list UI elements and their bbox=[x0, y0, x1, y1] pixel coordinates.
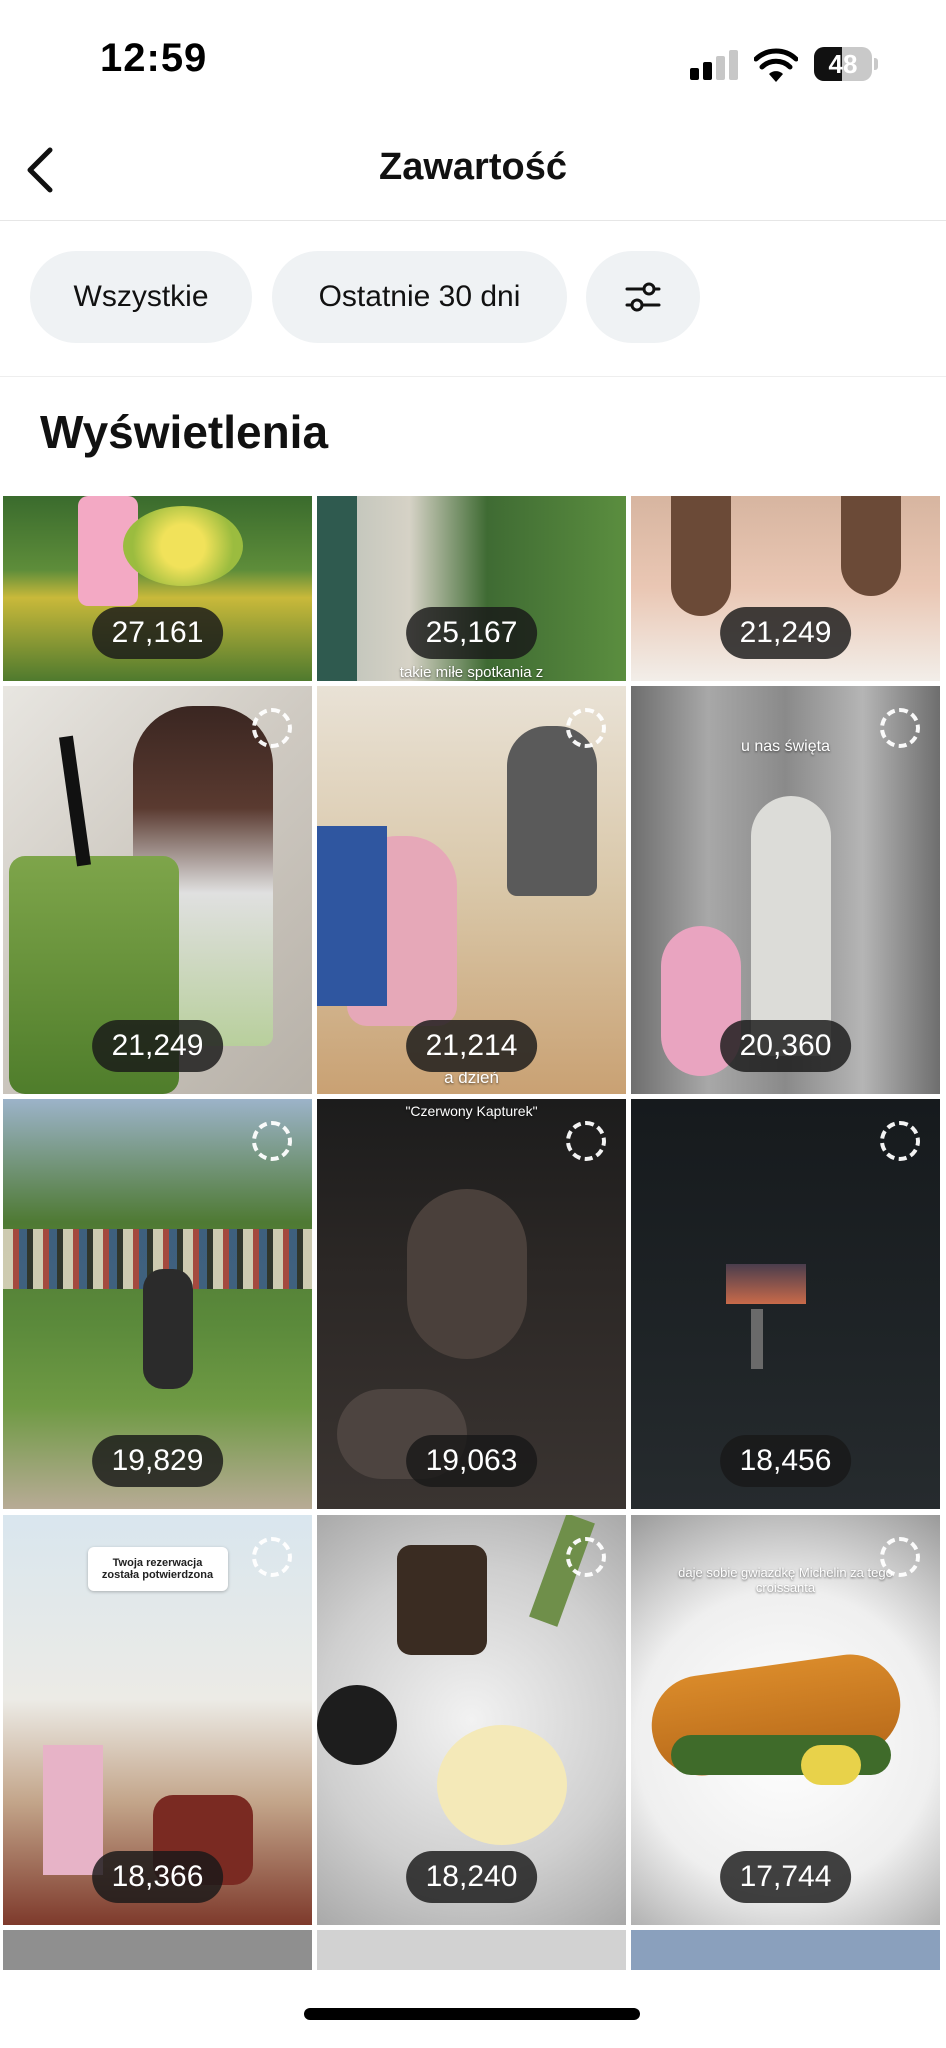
home-indicator[interactable] bbox=[304, 2008, 640, 2020]
loading-icon bbox=[252, 1537, 292, 1577]
wifi-icon bbox=[754, 48, 798, 82]
content-tile[interactable]: 21,249 bbox=[3, 686, 312, 1094]
loading-icon bbox=[880, 708, 920, 748]
content-tile[interactable]: 27,161 bbox=[3, 496, 312, 681]
loading-icon bbox=[252, 1121, 292, 1161]
content-tile[interactable]: 18,456 bbox=[631, 1099, 940, 1509]
content-tile[interactable]: 21,249 bbox=[631, 496, 940, 681]
page-title: Zawartość bbox=[379, 146, 567, 188]
filter-all-button[interactable]: Wszystkie bbox=[30, 251, 252, 343]
content-tile[interactable]: a dzień 21,214 bbox=[317, 686, 626, 1094]
loading-icon bbox=[566, 708, 606, 748]
views-count: 21,249 bbox=[719, 607, 852, 659]
status-time: 12:59 bbox=[100, 36, 208, 80]
content-tile[interactable] bbox=[3, 1930, 312, 1970]
story-caption: daje sobie gwiazdkę Michelin za tego cro… bbox=[678, 1565, 893, 1595]
loading-icon bbox=[566, 1537, 606, 1577]
battery-icon: 48 bbox=[814, 47, 878, 81]
cellular-signal-icon bbox=[690, 50, 738, 80]
filter-period-button[interactable]: Ostatnie 30 dni bbox=[272, 251, 567, 343]
content-tile[interactable]: 18,240 bbox=[317, 1515, 626, 1925]
views-count: 27,161 bbox=[91, 607, 224, 659]
filter-settings-button[interactable] bbox=[586, 251, 700, 343]
story-caption: "Czerwony Kapturek" bbox=[405, 1103, 538, 1119]
content-tile[interactable]: "Czerwony Kapturek" 19,063 bbox=[317, 1099, 626, 1509]
battery-percent: 48 bbox=[828, 49, 858, 79]
status-bar: 12:59 48 bbox=[0, 0, 946, 120]
filter-bar: Wszystkie Ostatnie 30 dni bbox=[0, 221, 946, 377]
views-count: 20,360 bbox=[719, 1020, 852, 1072]
story-caption: takie miłe spotkania z bbox=[399, 664, 544, 681]
content-tile[interactable]: u nas święta 20,360 bbox=[631, 686, 940, 1094]
content-tile[interactable] bbox=[631, 1930, 940, 1970]
content-grid: 27,161 takie miłe spotkania z 25,167 21,… bbox=[0, 496, 946, 2016]
views-count: 21,214 bbox=[405, 1020, 538, 1072]
sliders-icon bbox=[625, 282, 661, 312]
content-tile[interactable] bbox=[317, 1930, 626, 1970]
loading-icon bbox=[252, 708, 292, 748]
story-caption: Twoja rezerwacja została potwierdzona bbox=[101, 1557, 214, 1581]
section-title: Wyświetlenia bbox=[40, 406, 329, 458]
views-count: 18,456 bbox=[719, 1435, 852, 1487]
content-tile[interactable]: Twoja rezerwacja została potwierdzona 18… bbox=[3, 1515, 312, 1925]
views-count: 17,744 bbox=[719, 1851, 852, 1903]
views-count: 18,366 bbox=[91, 1851, 224, 1903]
loading-icon bbox=[880, 1121, 920, 1161]
content-tile[interactable]: daje sobie gwiazdkę Michelin za tego cro… bbox=[631, 1515, 940, 1925]
views-count: 21,249 bbox=[91, 1020, 224, 1072]
views-count: 19,063 bbox=[405, 1435, 538, 1487]
nav-header: Zawartość bbox=[0, 120, 946, 221]
content-tile[interactable]: takie miłe spotkania z 25,167 bbox=[317, 496, 626, 681]
views-count: 25,167 bbox=[405, 607, 538, 659]
loading-icon bbox=[880, 1537, 920, 1577]
content-tile[interactable]: 19,829 bbox=[3, 1099, 312, 1509]
views-count: 19,829 bbox=[91, 1435, 224, 1487]
views-count: 18,240 bbox=[405, 1851, 538, 1903]
loading-icon bbox=[566, 1121, 606, 1161]
